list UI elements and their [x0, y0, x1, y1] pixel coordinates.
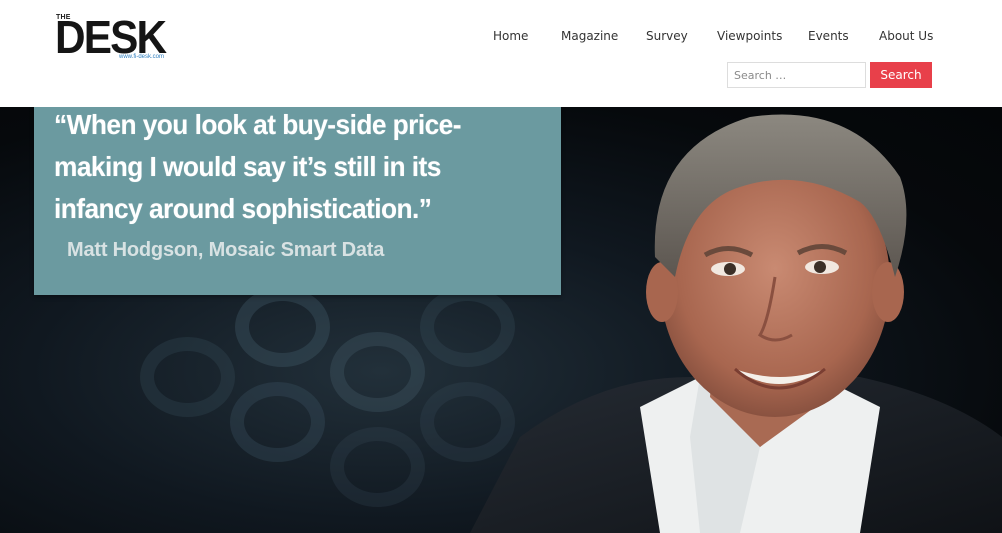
search-input[interactable]: [727, 62, 866, 88]
nav-magazine[interactable]: Magazine: [561, 29, 618, 43]
quote-box: “When you look at buy-side price- making…: [34, 107, 561, 295]
search-button[interactable]: Search: [870, 62, 932, 88]
quote-text: “When you look at buy-side price- making…: [54, 109, 462, 224]
main-nav: Home Magazine Survey Viewpoints Events A…: [0, 29, 1002, 45]
nav-survey[interactable]: Survey: [646, 29, 688, 43]
nav-about-us[interactable]: About Us: [879, 29, 933, 43]
logo-url-text: www.fi-desk.com: [119, 54, 165, 60]
site-header: THE DESK www.fi-desk.com Home Magazine S…: [0, 0, 1002, 107]
quote-attribution: Matt Hodgson, Mosaic Smart Data: [67, 239, 385, 261]
nav-home[interactable]: Home: [493, 29, 528, 43]
nav-viewpoints[interactable]: Viewpoints: [717, 29, 782, 43]
hero-banner: “When you look at buy-side price- making…: [0, 107, 1002, 533]
nav-events[interactable]: Events: [808, 29, 849, 43]
